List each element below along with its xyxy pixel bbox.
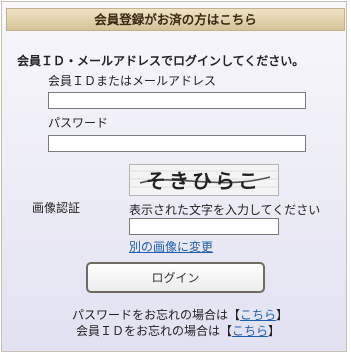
captcha-text: そきひらこ <box>146 169 261 193</box>
change-captcha-link[interactable]: 別の画像に変更 <box>129 238 213 255</box>
panel-header: 会員登録がお済の方はこちら <box>6 8 345 31</box>
password-input[interactable] <box>48 135 306 152</box>
forgot-id-text: 会員ＩＤをお忘れの場合は【 <box>76 324 233 338</box>
captcha-instruction: 表示された文字を入力してください <box>129 203 321 217</box>
captcha-image: そきひらこ <box>129 164 279 196</box>
member-id-input[interactable] <box>48 92 306 109</box>
id-label: 会員ＩＤまたはメールアドレス <box>48 74 217 88</box>
login-instruction: 会員ＩＤ・メールアドレスでログインしてください。 <box>17 54 305 68</box>
captcha-noise: そきひらこ <box>130 169 278 193</box>
captcha-input[interactable] <box>129 218 279 235</box>
forgot-password-line: パスワードをお忘れの場合は【こちら】 <box>72 306 288 323</box>
forgot-password-suffix: 】 <box>276 308 289 322</box>
forgot-id-line: 会員ＩＤをお忘れの場合は【こちら】 <box>76 322 280 339</box>
forgot-id-link[interactable]: こちら <box>232 324 268 338</box>
forgot-password-text: パスワードをお忘れの場合は【 <box>72 308 241 322</box>
captcha-label: 画像認証 <box>32 201 81 215</box>
login-button[interactable]: ログイン <box>86 262 265 293</box>
password-label: パスワード <box>48 116 109 130</box>
forgot-password-link[interactable]: こちら <box>240 308 276 322</box>
forgot-id-suffix: 】 <box>268 324 281 338</box>
login-panel: 会員登録がお済の方はこちら 会員ＩＤ・メールアドレスでログインしてください。 会… <box>1 1 347 352</box>
